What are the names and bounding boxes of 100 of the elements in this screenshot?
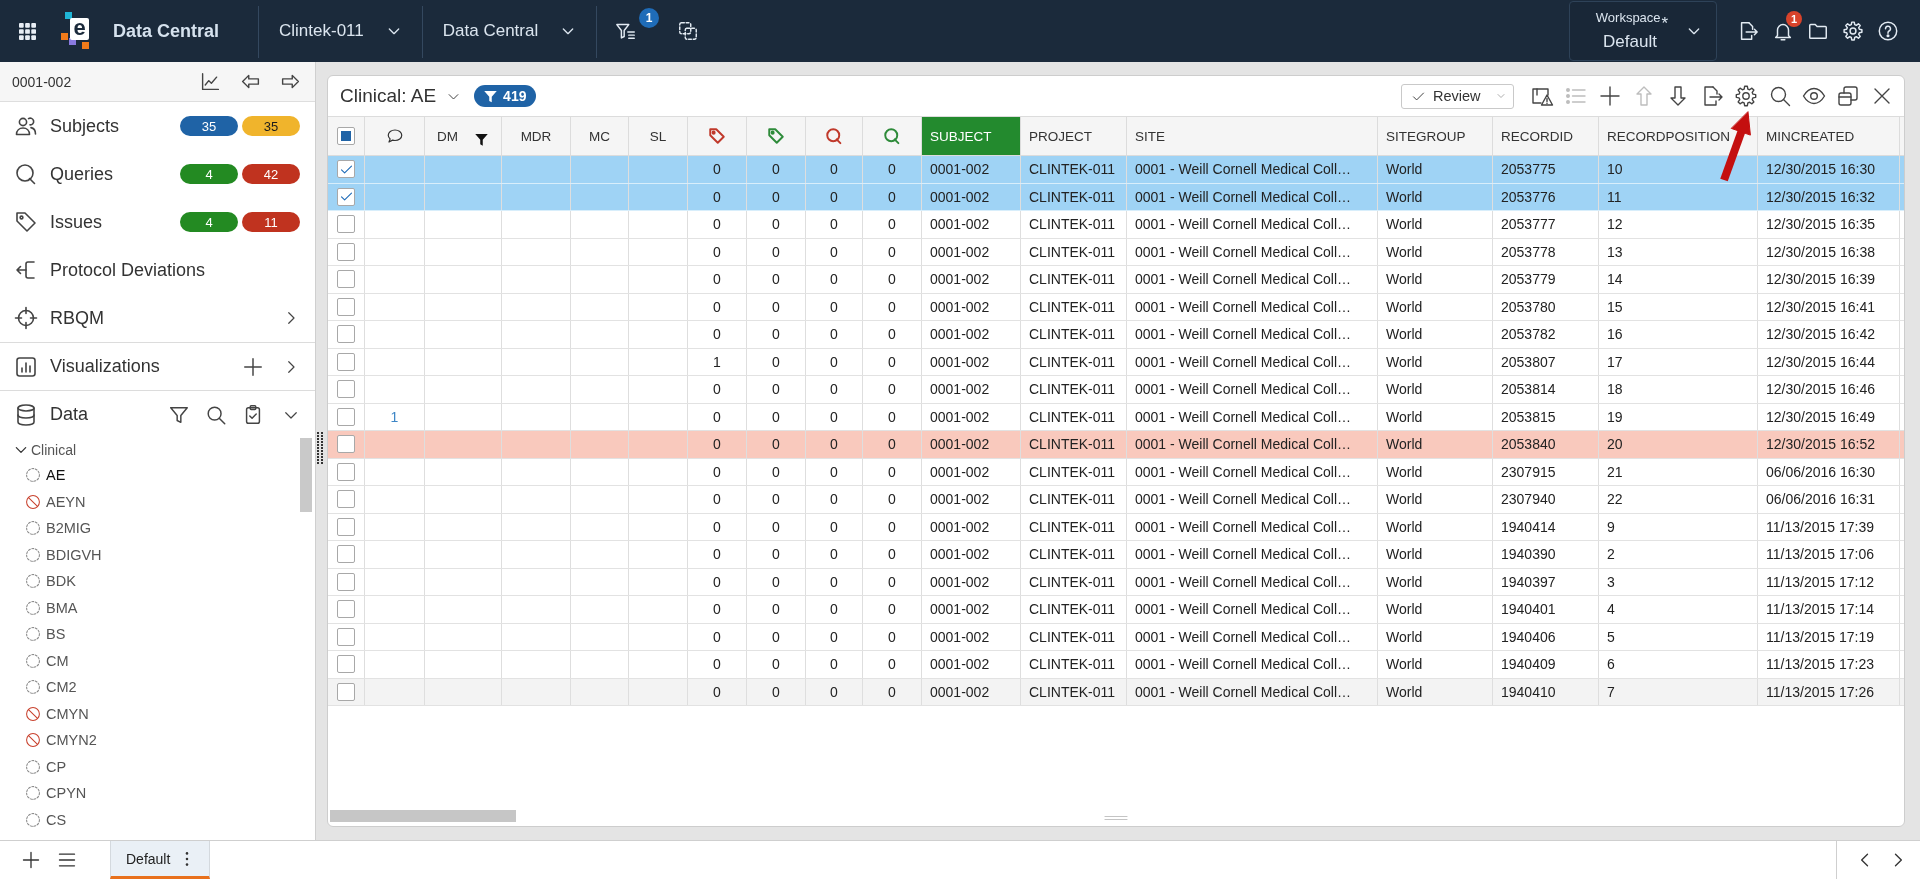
plus-icon[interactable] (242, 355, 264, 378)
copy-icon[interactable] (677, 20, 700, 42)
filter-icon[interactable] (474, 131, 489, 147)
plus-icon[interactable] (21, 850, 41, 870)
table-row[interactable]: 0 0 0 0 0001-002 CLINTEK-011 0001 - Weill Cornell Medical Coll… World 2053777 12 12/30/2015 16:35 (328, 211, 1904, 239)
nav-item[interactable]: Subjects 35 35 (0, 102, 315, 150)
table-row[interactable]: 0 0 0 0 0001-002 CLINTEK-011 0001 - Weill Cornell Medical Coll… World 1940401 4 11/13/2015 17:14 (328, 596, 1904, 624)
table-row[interactable]: 0 0 0 0 0001-002 CLINTEK-011 0001 - Weill Cornell Medical Coll… World 1940390 2 11/13/2015 17:06 (328, 541, 1904, 569)
table-row[interactable]: 0 0 0 0 0001-002 CLINTEK-011 0001 - Weill Cornell Medical Coll… World 1940409 6 11/13/2015 17:23 (328, 651, 1904, 679)
row-checkbox[interactable] (337, 270, 355, 289)
nav-item[interactable]: RBQM (0, 294, 315, 342)
row-checkbox[interactable] (337, 517, 355, 536)
row-checkbox[interactable] (337, 600, 355, 619)
row-checkbox[interactable] (337, 655, 355, 674)
review-dropdown[interactable]: Review (1401, 83, 1514, 109)
table-row[interactable]: 0 0 0 0 0001-002 CLINTEK-011 0001 - Weill Cornell Medical Coll… World 1940414 9 11/13/2015 17:39 (328, 513, 1904, 541)
nav-item[interactable]: Visualizations (0, 342, 315, 390)
table-cell: World (1386, 326, 1423, 343)
tree-group[interactable]: Clinical (0, 438, 315, 462)
table-row[interactable]: 0 0 0 0 0001-002 CLINTEK-011 0001 - Weill Cornell Medical Coll… World 1940397 3 11/13/2015 17:12 (328, 568, 1904, 596)
tree-item[interactable]: BMA (0, 594, 315, 621)
tree-item[interactable]: CM (0, 647, 315, 674)
resize-grip-icon[interactable] (1104, 815, 1128, 821)
row-checkbox[interactable] (337, 352, 355, 371)
column-header[interactable]: DM (425, 117, 502, 155)
column-header[interactable]: SITE (1127, 117, 1378, 155)
apps-grid-icon[interactable] (19, 22, 36, 40)
table-row[interactable]: 0 0 0 0 0001-002 CLINTEK-011 0001 - Weill Cornell Medical Coll… World 2307915 21 06/06/2016 16:30 (328, 458, 1904, 486)
row-checkbox[interactable] (337, 545, 355, 564)
help-icon[interactable] (1877, 20, 1899, 42)
table-cell: World (1386, 271, 1423, 288)
column-header[interactable]: MDR (502, 117, 571, 155)
row-checkbox[interactable] (337, 160, 355, 179)
scrollbar-thumb[interactable] (300, 438, 312, 512)
select-all-checkbox[interactable] (337, 127, 355, 145)
tree-item[interactable]: CPYN (0, 780, 315, 807)
tree-item[interactable]: AEYN (0, 488, 315, 515)
tree-item[interactable]: BDK (0, 568, 315, 595)
column-header[interactable]: MINCREATED (1758, 117, 1900, 155)
row-checkbox[interactable] (337, 325, 355, 344)
table-row[interactable]: 0 0 0 0 0001-002 CLINTEK-011 0001 - Weill Cornell Medical Coll… World 1940406 5 11/13/2015 17:19 (328, 623, 1904, 651)
row-checkbox[interactable] (337, 490, 355, 509)
tree-item[interactable]: CMYN (0, 700, 315, 727)
table-row[interactable]: 0 0 0 0 0001-002 CLINTEK-011 0001 - Weill Cornell Medical Coll… World 2053780 15 12/30/2015 16:41 (328, 293, 1904, 321)
column-header[interactable]: RECORDID (1493, 117, 1599, 155)
comment-count[interactable]: 1 (390, 408, 399, 425)
tree-item[interactable]: BDIGVH (0, 541, 315, 568)
tree-item[interactable]: CMYN2 (0, 727, 315, 754)
nav-item[interactable]: Issues 4 11 (0, 198, 315, 246)
scrollbar-thumb[interactable] (330, 809, 516, 822)
row-checkbox[interactable] (337, 627, 355, 646)
module-dropdown[interactable]: Data Central (422, 0, 597, 62)
nav-item[interactable]: Queries 4 42 (0, 150, 315, 198)
row-checkbox[interactable] (337, 380, 355, 399)
tree-item[interactable]: CM2 (0, 674, 315, 701)
tree-item[interactable]: AE (0, 462, 315, 489)
row-checkbox[interactable] (337, 407, 355, 426)
drag-handle-icon[interactable] (317, 432, 323, 464)
row-checkbox[interactable] (337, 682, 355, 701)
windows-icon[interactable] (1836, 84, 1860, 108)
line-chart-icon[interactable] (200, 71, 221, 92)
table-row[interactable]: 1 0 0 0 0 0001-002 CLINTEK-011 0001 - Weill Cornell Medical Coll… World 2053815 19 12/30/2015 16:49 (328, 403, 1904, 431)
search-icon[interactable] (1768, 84, 1792, 108)
workspace-tab[interactable]: Default (110, 841, 210, 879)
table-row[interactable]: 0 0 0 0 0001-002 CLINTEK-011 0001 - Weill Cornell Medical Coll… World 2053814 18 12/30/2015 16:46 (328, 376, 1904, 404)
column-header[interactable]: SL (629, 117, 688, 155)
table-row[interactable]: 0 0 0 0 0001-002 CLINTEK-011 0001 - Weill Cornell Medical Coll… World 2053782 16 12/30/2015 16:42 (328, 321, 1904, 349)
tree-item[interactable]: CS (0, 806, 315, 833)
table-row[interactable]: 0 0 0 0 0001-002 CLINTEK-011 0001 - Weill Cornell Medical Coll… World 2053775 10 12/30/2015 16:30 (328, 156, 1904, 184)
column-header[interactable]: MC (571, 117, 629, 155)
table-row[interactable]: 0 0 0 0 0001-002 CLINTEK-011 0001 - Weill Cornell Medical Coll… World 1940410 7 11/13/2015 17:26 (328, 678, 1904, 706)
search-icon[interactable] (205, 403, 227, 426)
row-checkbox[interactable] (337, 215, 355, 234)
table-row[interactable]: 0 0 0 0 0001-002 CLINTEK-011 0001 - Weill Cornell Medical Coll… World 2053776 11 12/30/2015 16:32 (328, 183, 1904, 211)
table-row[interactable]: 1 0 0 0 0001-002 CLINTEK-011 0001 - Weill Cornell Medical Coll… World 2053807 17 12/30/2015 16:44 (328, 348, 1904, 376)
row-checkbox[interactable] (337, 572, 355, 591)
row-checkbox[interactable] (337, 462, 355, 481)
column-header[interactable]: SITEGROUP (1378, 117, 1493, 155)
table-row[interactable]: 0 0 0 0 0001-002 CLINTEK-011 0001 - Weill Cornell Medical Coll… World 2053778 13 12/30/2015 16:38 (328, 238, 1904, 266)
column-header[interactable]: RECORDPOSITION (1599, 117, 1758, 155)
row-checkbox[interactable] (337, 187, 355, 206)
table-row[interactable]: 0 0 0 0 0001-002 CLINTEK-011 0001 - Weill Cornell Medical Coll… World 2053840 20 12/30/2015 16:52 (328, 431, 1904, 459)
row-checkbox[interactable] (337, 242, 355, 261)
table-row[interactable]: 0 0 0 0 0001-002 CLINTEK-011 0001 - Weill Cornell Medical Coll… World 2053779 14 12/30/2015 16:39 (328, 266, 1904, 294)
filter-count-badge[interactable]: 419 (474, 85, 537, 107)
row-checkbox[interactable] (337, 297, 355, 316)
kebab-menu-icon[interactable] (184, 850, 191, 867)
tree-item[interactable]: BS (0, 621, 315, 648)
column-header[interactable]: PROJECT (1021, 117, 1127, 155)
tree-item[interactable]: CP (0, 753, 315, 780)
row-checkbox[interactable] (337, 435, 355, 454)
project-dropdown[interactable]: Clintek-011 (259, 0, 422, 62)
nav-item[interactable]: Data (0, 390, 315, 438)
tree-item[interactable]: B2MIG (0, 515, 315, 542)
dataset-dropdown[interactable]: Clinical: AE (340, 85, 462, 107)
settings-icon[interactable] (1734, 84, 1758, 108)
plus-icon[interactable] (1598, 84, 1622, 108)
nav-item[interactable]: Protocol Deviations (0, 246, 315, 294)
table-row[interactable]: 0 0 0 0 0001-002 CLINTEK-011 0001 - Weill Cornell Medical Coll… World 2307940 22 06/06/2016 16:31 (328, 486, 1904, 514)
column-header[interactable]: SUBJECT (922, 117, 1021, 155)
